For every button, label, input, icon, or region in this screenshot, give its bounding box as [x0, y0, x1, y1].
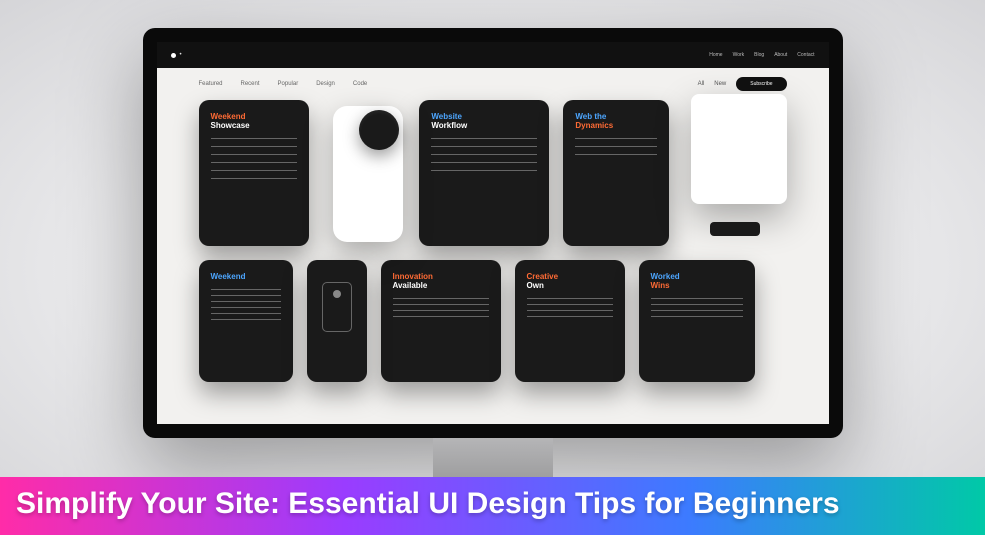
cards-row-2: Weekend Innovation Available: [199, 260, 787, 382]
icon-card[interactable]: [307, 260, 367, 382]
filter-tab[interactable]: Featured: [199, 81, 223, 87]
card-title-line: Creative: [527, 272, 559, 281]
panel-tag: [710, 222, 760, 236]
brand-mark: •: [180, 52, 182, 58]
card-title-line: Weekend: [211, 112, 246, 121]
card-title-line: Own: [527, 281, 544, 290]
monitor-screen: • Home Work Blog About Contact Featured …: [143, 28, 843, 438]
feature-card[interactable]: Weekend Showcase: [199, 100, 309, 246]
nav-link[interactable]: Blog: [754, 52, 764, 58]
nav-link[interactable]: Work: [733, 52, 745, 58]
card-title-line: Dynamics: [575, 121, 613, 130]
filter-tab[interactable]: Recent: [241, 81, 260, 87]
filter-tab[interactable]: Code: [353, 81, 367, 87]
filter-chip[interactable]: All: [698, 81, 705, 87]
card-title-line: Web the: [575, 112, 606, 121]
blank-panel-card[interactable]: [683, 100, 786, 246]
feature-card[interactable]: Worked Wins: [639, 260, 755, 382]
card-title-line: Innovation: [393, 272, 433, 281]
card-title-line: Workflow: [431, 121, 467, 130]
cards-row-1: Weekend Showcase Website Workflow: [199, 100, 787, 246]
device-card[interactable]: [323, 100, 406, 246]
filter-tab[interactable]: Popular: [278, 81, 299, 87]
top-nav: Home Work Blog About Contact: [709, 52, 814, 58]
card-title-line: Available: [393, 281, 428, 290]
monitor-mockup: • Home Work Blog About Contact Featured …: [143, 28, 843, 486]
app-header: • Home Work Blog About Contact: [157, 42, 829, 68]
feature-card[interactable]: Weekend: [199, 260, 293, 382]
brand-dot-icon: [171, 53, 176, 58]
feature-card[interactable]: Creative Own: [515, 260, 625, 382]
feature-card[interactable]: Website Workflow: [419, 100, 549, 246]
nav-link[interactable]: Contact: [797, 52, 814, 58]
knob-icon: [359, 110, 399, 150]
feature-card[interactable]: Web the Dynamics: [563, 100, 669, 246]
dot-icon: [333, 290, 341, 298]
feature-card[interactable]: Innovation Available: [381, 260, 501, 382]
card-title-line: Wins: [651, 281, 670, 290]
card-title-line: Weekend: [211, 272, 246, 281]
filter-tab[interactable]: Design: [316, 81, 335, 87]
hero-caption-text: Simplify Your Site: Essential UI Design …: [16, 487, 969, 522]
brand[interactable]: •: [171, 52, 182, 58]
card-title-line: Website: [431, 112, 462, 121]
card-title-line: Showcase: [211, 121, 250, 130]
cards-grid: Weekend Showcase Website Workflow: [157, 100, 829, 416]
blank-panel: [691, 94, 787, 204]
cta-pill[interactable]: Subscribe: [736, 77, 786, 91]
nav-link[interactable]: Home: [709, 52, 722, 58]
hero-caption-banner: Simplify Your Site: Essential UI Design …: [0, 477, 985, 535]
card-title-line: Worked: [651, 272, 680, 281]
filter-chip[interactable]: New: [714, 81, 726, 87]
monitor-stand: [433, 438, 553, 478]
nav-link[interactable]: About: [774, 52, 787, 58]
